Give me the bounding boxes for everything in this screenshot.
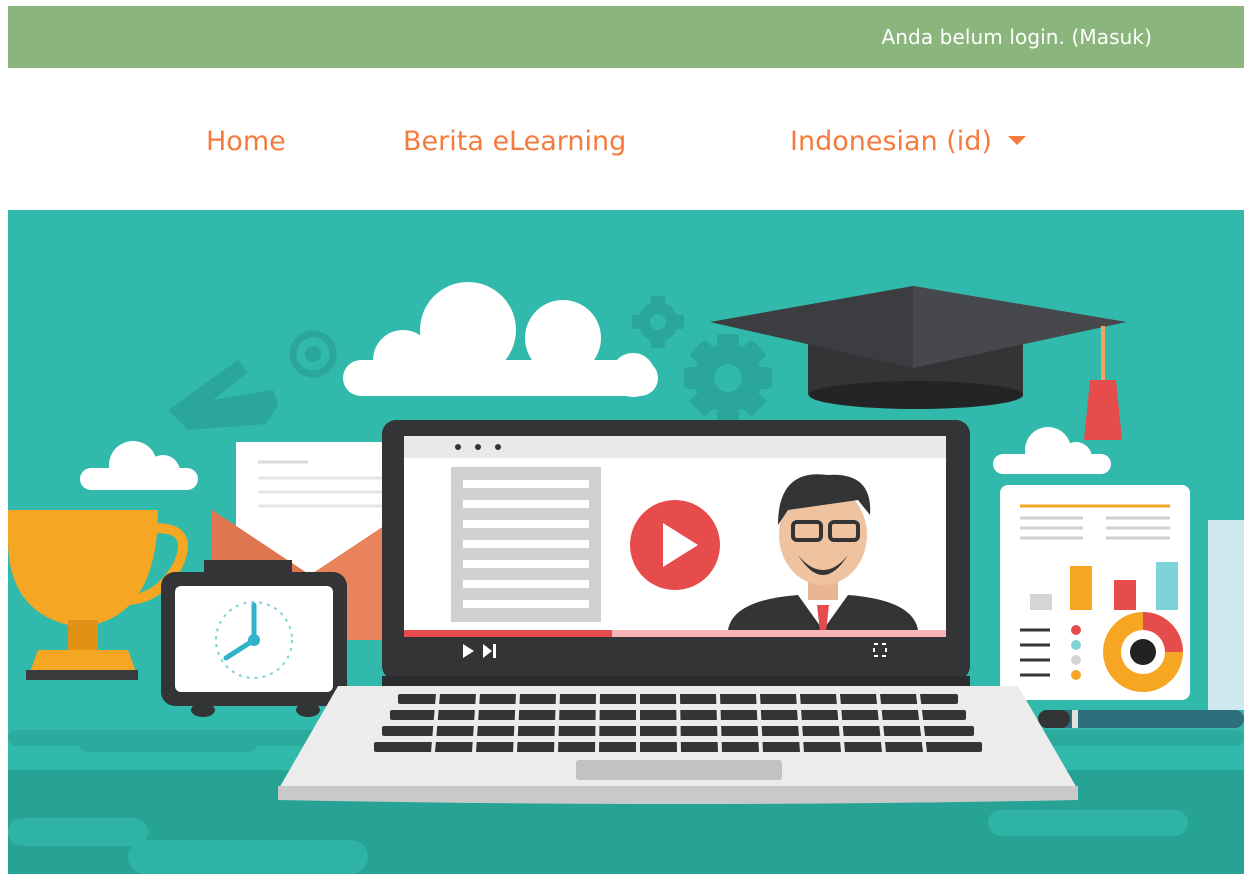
pen-icon [1038, 710, 1244, 728]
caret-down-icon [1007, 136, 1026, 145]
login-status-text: Anda belum login. ( [881, 25, 1080, 49]
laptop-icon [278, 420, 1078, 804]
hero-banner [8, 210, 1244, 874]
alarm-clock-icon [161, 560, 347, 717]
login-status: Anda belum login. (Masuk) [882, 25, 1153, 49]
login-status-suffix: ) [1144, 25, 1152, 49]
hero-illustration [8, 210, 1244, 874]
main-nav: Home Berita eLearning Indonesian (id) [0, 118, 1244, 168]
language-dropdown[interactable]: Indonesian (id) [790, 126, 1026, 157]
top-bar: Anda belum login. (Masuk) [8, 6, 1244, 68]
gear-icon [684, 334, 772, 422]
login-link[interactable]: Masuk [1079, 25, 1144, 49]
language-label: Indonesian (id) [790, 126, 992, 157]
nav-home[interactable]: Home [206, 126, 286, 157]
play-icon [630, 500, 720, 590]
nav-berita-elearning[interactable]: Berita eLearning [403, 126, 626, 157]
page: Anda belum login. (Masuk) Home Berita eL… [0, 0, 1244, 874]
